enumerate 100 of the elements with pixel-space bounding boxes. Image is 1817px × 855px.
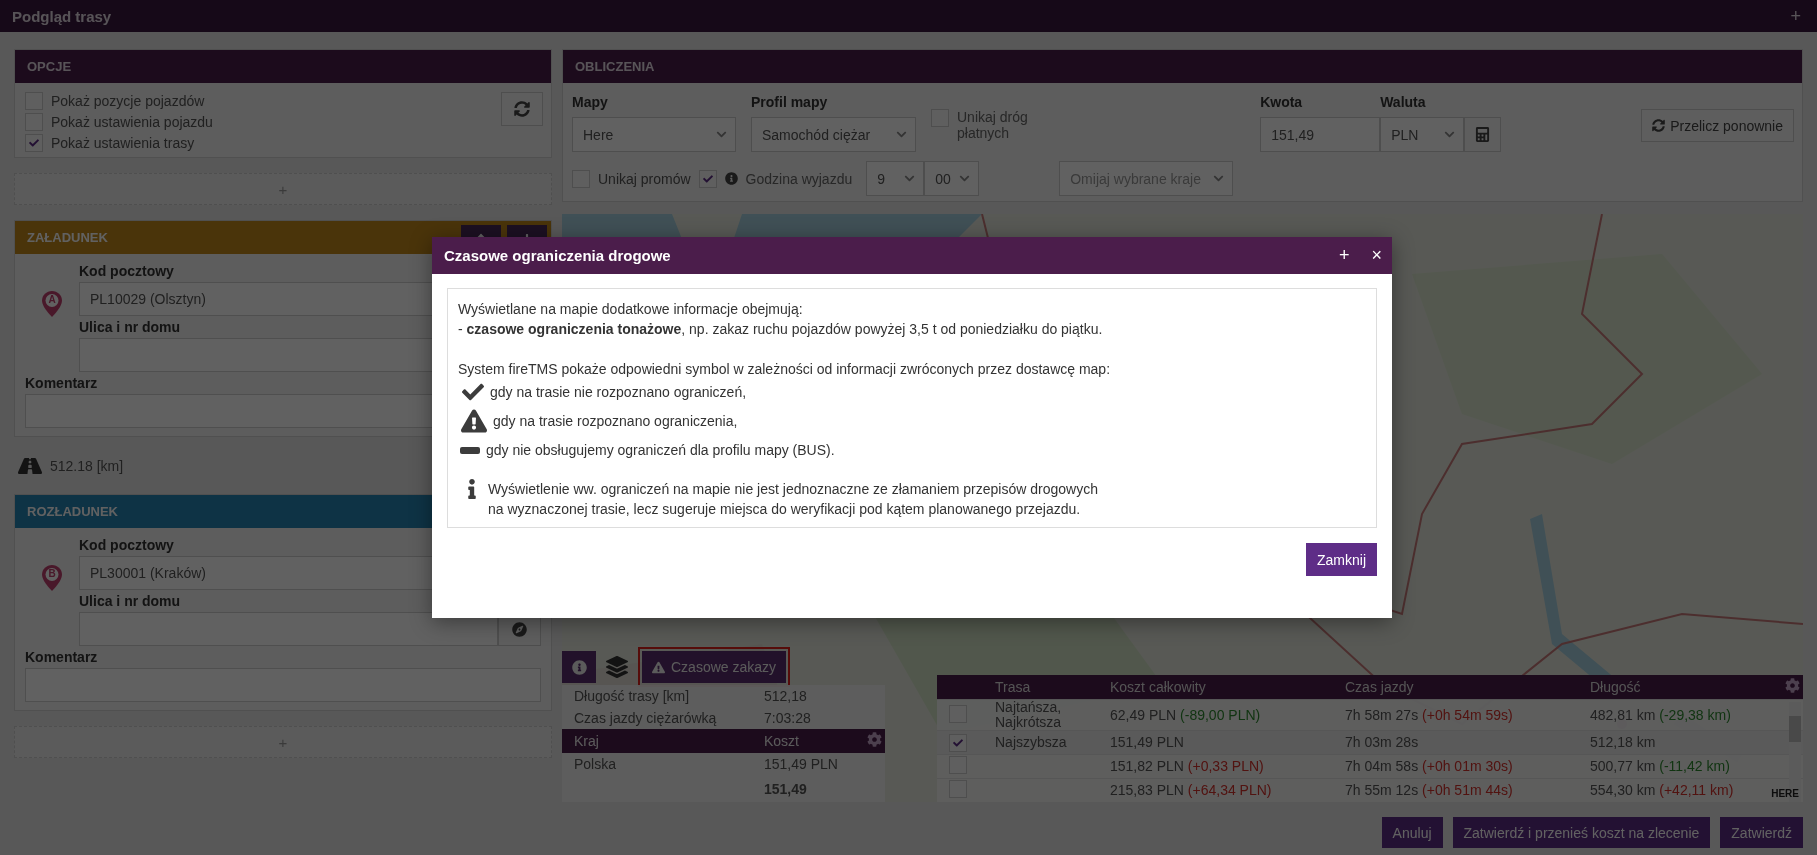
field-label: Komentarz xyxy=(25,375,98,391)
table-cell: 215,83 PLN (+64,34 PLN) xyxy=(1110,783,1272,798)
field-label: Ulica i nr domu xyxy=(79,319,181,335)
chevron-down-icon xyxy=(959,173,971,184)
field-label: Kod pocztowy xyxy=(79,263,174,279)
settings-icon xyxy=(867,732,882,747)
minute-select[interactable]: 00 xyxy=(924,161,980,196)
checkbox-label: Pokaż ustawienia pojazdu xyxy=(51,114,213,130)
table-cell: 7h 04m 58s (+0h 01m 30s) xyxy=(1345,759,1513,774)
close-button[interactable]: × xyxy=(1367,245,1386,266)
table-cell: 151,49 PLN xyxy=(764,756,838,772)
marker-letter: A xyxy=(47,294,57,305)
info-icon xyxy=(571,659,587,675)
amount-field[interactable]: 151,49 xyxy=(1260,117,1381,152)
column-header: Koszt xyxy=(764,733,799,749)
checkbox-label: Pokaż ustawienia trasy xyxy=(51,135,195,151)
map-pin-icon xyxy=(41,564,63,592)
chevron-down-icon xyxy=(1444,129,1456,140)
marker-letter: B xyxy=(47,568,57,579)
table-cell: Długość trasy [km] xyxy=(574,688,690,704)
table-cell: 151,49 PLN xyxy=(1110,735,1184,750)
street-field[interactable] xyxy=(79,612,498,646)
window-title: Podgląd trasy xyxy=(12,7,112,25)
legend-text: gdy na trasie nie rozpoznano ograniczeń, xyxy=(490,383,747,402)
recalculate-button[interactable]: Przelicz ponownie xyxy=(1641,109,1794,142)
checkbox[interactable] xyxy=(949,733,967,752)
calculator-icon xyxy=(1475,127,1491,142)
chevron-down-icon xyxy=(1213,173,1225,184)
dialog-title: Czasowe ograniczenia drogowe xyxy=(444,247,671,264)
chevron-down-icon xyxy=(904,173,916,184)
refresh-icon xyxy=(514,101,530,117)
paragraph: System fireTMS pokaże odpowiedni symbol w zależności od informacji zwróconych przez dostawcę map: xyxy=(458,360,1112,379)
table-cell: 512,18 xyxy=(764,688,807,704)
section-title: OPCJE xyxy=(27,59,72,74)
action-button[interactable]: Zatwierdź i przenieś koszt na zlecenie xyxy=(1452,817,1711,848)
dash-icon xyxy=(460,446,480,454)
field-label: Kod pocztowy xyxy=(79,537,174,553)
table-cell: 482,81 km (-29,38 km) xyxy=(1590,707,1731,723)
layers-button[interactable] xyxy=(606,656,628,678)
chevron-down-icon xyxy=(716,129,727,140)
checkbox[interactable] xyxy=(698,169,717,188)
table-cell-text: Najtańsza, Najkrótsza xyxy=(995,700,1063,730)
action-button[interactable]: Anuluj xyxy=(1381,817,1443,848)
field-label: Ulica i nr domu xyxy=(79,593,181,609)
section-title: ROZŁADUNEK xyxy=(27,504,118,519)
checkbox-label: Unikaj promów xyxy=(598,170,691,187)
table-cell: Czas jazdy ciężarówką xyxy=(574,710,717,726)
maps-select[interactable]: Here xyxy=(572,117,736,152)
field-label: Waluta xyxy=(1380,94,1426,110)
refresh-button[interactable] xyxy=(501,92,543,126)
column-header: Długość xyxy=(1590,679,1641,695)
check-icon xyxy=(953,737,963,748)
add-section-button[interactable]: + xyxy=(14,173,552,205)
table-cell: 7:03:28 xyxy=(764,710,811,726)
info-button[interactable] xyxy=(562,651,596,683)
table-cell: Najszybsza xyxy=(995,735,1067,750)
calculator-button[interactable] xyxy=(1464,117,1502,152)
compass-icon xyxy=(512,621,527,637)
section-title: ZAŁADUNEK xyxy=(27,230,108,245)
map-profile-select[interactable]: Samochód ciężar xyxy=(751,117,916,152)
check-icon xyxy=(462,381,484,403)
map-attribution: HERE xyxy=(1771,788,1799,799)
field-label: Profil mapy xyxy=(751,94,828,110)
checkbox-label: Pokaż pozycje pojazdów xyxy=(51,93,205,109)
table-cell: 7h 58m 27s (+0h 54m 59s) xyxy=(1345,707,1513,723)
close-dialog-button[interactable]: Zamknij xyxy=(1306,543,1377,576)
field-label: Kwota xyxy=(1260,94,1303,110)
paragraph: - czasowe ograniczenia tonażowe, np. zakaz ruchu pojazdów powyżej 3,5 t od poniedziałku do piątku. xyxy=(458,320,1104,339)
total-cost: 151,49 xyxy=(764,780,807,797)
refresh-icon xyxy=(1652,119,1666,132)
table-cell: 500,77 km (-11,42 km) xyxy=(1590,759,1730,774)
column-header: Czas jazdy xyxy=(1345,679,1414,695)
warning-icon xyxy=(461,408,487,434)
table-cell: 62,49 PLN (-89,00 PLN) xyxy=(1110,707,1261,723)
check-icon xyxy=(29,138,39,148)
check-icon xyxy=(702,173,713,184)
paragraph: Wyświetlenie ww. ograniczeń na mapie nie jest jednoznaczne ze złamaniem przepisów drogowych na wyznaczonej trasie, lecz sugeruje miejsca do weryfikacji pod kątem planowanego przejazdu. xyxy=(488,480,1098,519)
table-cell: 512,18 km xyxy=(1590,735,1656,750)
layers-icon xyxy=(606,656,628,678)
settings-icon xyxy=(1785,678,1800,693)
field-label: Mapy xyxy=(572,94,608,110)
checkbox[interactable] xyxy=(25,134,43,152)
route-distance: 512.18 [km] xyxy=(50,457,124,474)
expand-button[interactable]: + xyxy=(1334,245,1354,266)
action-button[interactable]: Zatwierdź xyxy=(1720,817,1803,848)
table-cell: 151,82 PLN (+0,33 PLN) xyxy=(1110,759,1264,774)
legend-text: gdy na trasie rozpoznano ograniczenia, xyxy=(493,412,738,431)
hour-select[interactable]: 9 xyxy=(866,161,925,196)
add-stop-button[interactable]: + xyxy=(14,726,552,758)
table-cell: Polska xyxy=(574,756,617,772)
legend-text: gdy nie obsługujemy ograniczeń dla profilu mapy (BUS). xyxy=(486,441,835,460)
column-header: Trasa xyxy=(995,679,1031,695)
time-restrictions-button[interactable]: Czasowe zakazy xyxy=(638,647,791,687)
section-title: OBLICZENIA xyxy=(575,59,655,74)
warning-icon xyxy=(652,660,665,674)
currency-select[interactable]: PLN xyxy=(1380,117,1465,152)
column-header: Kraj xyxy=(574,733,599,749)
add-button[interactable]: + xyxy=(1786,5,1805,27)
table-cell: 7h 55m 12s (+0h 51m 44s) xyxy=(1345,783,1513,798)
table-cell: 554,30 km (+42,11 km) xyxy=(1590,783,1734,798)
